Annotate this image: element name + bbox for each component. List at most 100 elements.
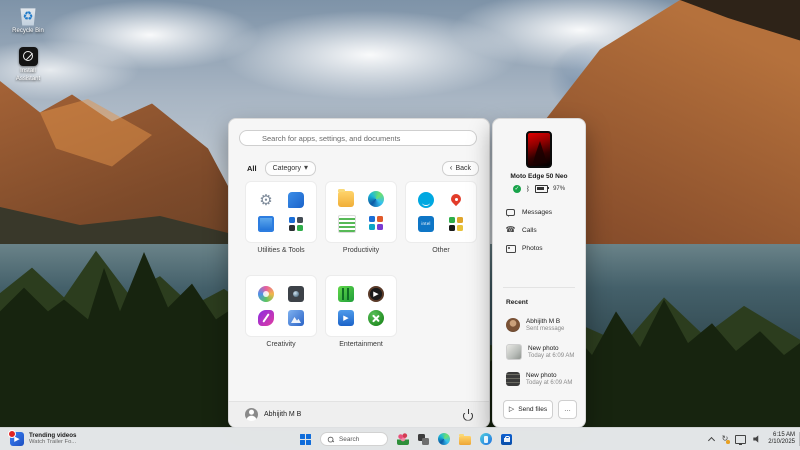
recent-subtitle: Today at 6:09 AM [526, 379, 573, 386]
xbox-icon [368, 310, 384, 326]
recent-title: New photo [528, 344, 559, 352]
file-explorer-icon[interactable] [459, 433, 471, 445]
battery-percentage: 97% [553, 186, 566, 192]
category-label: Other [432, 247, 450, 254]
recycle-bin-icon: ♻ [20, 8, 36, 26]
category-label: Entertainment [339, 341, 383, 348]
notepad-icon [338, 215, 356, 233]
more-options-button[interactable]: … [558, 400, 577, 419]
start-search-input[interactable] [239, 130, 477, 146]
category-row-1: ⚙ Utilities & Tools Productivity intel O… [245, 181, 477, 254]
category-label: Creativity [266, 341, 296, 348]
photo-thumbnail [506, 371, 520, 386]
chevron-down-icon: ▾ [304, 163, 309, 172]
recent-item-photo[interactable]: New photo Today at 6:09 AM [493, 338, 585, 365]
desktop-icon-app-shortcut[interactable]: Install Assistant [4, 46, 52, 83]
volume-icon[interactable] [753, 435, 759, 443]
phone-menu-calls[interactable]: ☎ Calls [493, 221, 585, 239]
network-icon[interactable] [735, 434, 747, 445]
divider [503, 287, 575, 288]
messages-icon [506, 208, 515, 217]
taskbar-search-label: Search [339, 435, 360, 443]
recent-title: Abhijith M B [526, 317, 561, 325]
phone-status-row: ✓ ᛒ 97% [493, 185, 585, 193]
calls-icon: ☎ [505, 225, 516, 234]
category-creativity[interactable]: Creativity [245, 275, 317, 348]
category-entertainment[interactable]: ▶ ▶ Entertainment [325, 275, 397, 348]
maps-pin-icon [448, 192, 464, 208]
start-menu-panel: All Category ▾ ‹ Back ⚙ Utilities & Tool… [228, 118, 490, 428]
phone-device-name: Moto Edge 50 Neo [510, 173, 568, 180]
phone-screen-thumbnail[interactable] [526, 131, 552, 168]
movies-tv-icon: ▶ [338, 310, 354, 326]
settings-gear-icon: ⚙ [259, 191, 273, 209]
taskbar: ▶ Trending videos Watch Trailer Fo... Se… [0, 427, 800, 450]
category-productivity[interactable]: Productivity [325, 181, 397, 254]
more-apps-grid-icon [288, 216, 304, 232]
phone-menu-messages[interactable]: Messages [493, 203, 585, 221]
send-files-button[interactable]: ▷ Send files [503, 400, 553, 419]
recent-subtitle: Sent message [526, 325, 565, 332]
recent-item-photo[interactable]: New photo Today at 6:09 AM [493, 365, 585, 392]
pc-monitor-icon [258, 216, 274, 232]
back-button[interactable]: ‹ Back [441, 160, 479, 176]
user-account-button[interactable]: Abhijith M B [245, 408, 301, 421]
app-shortcut-icon [18, 46, 38, 66]
clipchamp-icon [258, 310, 274, 326]
menu-label: Messages [522, 208, 553, 216]
widgets-button[interactable]: ▶ Trending videos Watch Trailer Fo... [6, 428, 80, 450]
start-menu-footer: Abhijith M B [229, 401, 489, 427]
start-button[interactable] [300, 433, 311, 445]
desktop-icon-recycle-bin[interactable]: ♻ Recycle Bin [4, 6, 52, 36]
phone-menu: Messages ☎ Calls Photos [493, 203, 585, 257]
more-apps-grid-icon [368, 215, 384, 231]
camera-icon [288, 286, 304, 302]
feedback-hub-icon [288, 192, 304, 208]
widget-subtitle: Watch Trailer Fo... [29, 439, 77, 446]
desktop-icon-label-line2: Assistant [15, 75, 41, 82]
send-icon: ▷ [508, 406, 515, 413]
category-dropdown[interactable]: Category ▾ [264, 160, 317, 176]
widgets-weather-icon[interactable] [397, 433, 409, 445]
start-filter-row: All Category ▾ ‹ Back [247, 160, 479, 176]
user-name: Abhijith M B [264, 411, 302, 418]
send-files-label: Send files [518, 406, 548, 413]
category-row-2: Creativity ▶ ▶ Entertainment [245, 275, 397, 348]
category-dropdown-label: Category [272, 164, 301, 172]
bluetooth-icon: ᛒ [525, 185, 531, 193]
trending-video-icon: ▶ [8, 430, 24, 446]
tray-time: 6:15 AM [772, 431, 795, 438]
phone-link-panel: Moto Edge 50 Neo ✓ ᛒ 97% Messages ☎ Call… [492, 118, 586, 428]
chevron-left-icon: ‹ [449, 163, 453, 172]
phone-link-icon[interactable] [480, 433, 492, 445]
phone-panel-footer: ▷ Send files … [493, 400, 585, 419]
taskbar-search-button[interactable]: Search [320, 432, 388, 446]
edge-browser-icon[interactable] [438, 433, 450, 445]
paint-3d-icon [258, 286, 274, 302]
category-utilities-tools[interactable]: ⚙ Utilities & Tools [245, 181, 317, 254]
tray-overflow-chevron-icon[interactable] [709, 437, 715, 443]
menu-label: Photos [522, 244, 543, 252]
search-icon [327, 436, 334, 443]
photos-icon [506, 244, 516, 253]
photo-thumbnail [506, 343, 522, 360]
category-label: Productivity [342, 247, 380, 254]
media-player-icon: ▶ [368, 286, 384, 302]
microsoft-store-icon[interactable] [501, 433, 512, 445]
desktop-icon-label: Recycle Bin [12, 28, 44, 34]
file-explorer-icon [338, 189, 354, 207]
category-label: Utilities & Tools [257, 247, 305, 254]
alexa-icon [418, 192, 434, 208]
filter-all-label[interactable]: All [247, 164, 257, 173]
category-other[interactable]: Other [405, 181, 477, 254]
connected-check-icon: ✓ [512, 185, 521, 193]
phone-menu-photos[interactable]: Photos [493, 239, 585, 257]
menu-label: Calls [522, 226, 537, 234]
clock[interactable]: 6:15 AM 2/10/2025 [768, 432, 795, 447]
onedrive-sync-icon[interactable]: ↻ [722, 435, 730, 444]
task-view-icon[interactable] [418, 433, 429, 445]
recent-list: Abhijith M B Sent message New photo Toda… [493, 311, 585, 392]
power-button[interactable] [463, 408, 473, 420]
battery-icon [535, 185, 550, 193]
recent-item-message[interactable]: Abhijith M B Sent message [493, 311, 585, 338]
